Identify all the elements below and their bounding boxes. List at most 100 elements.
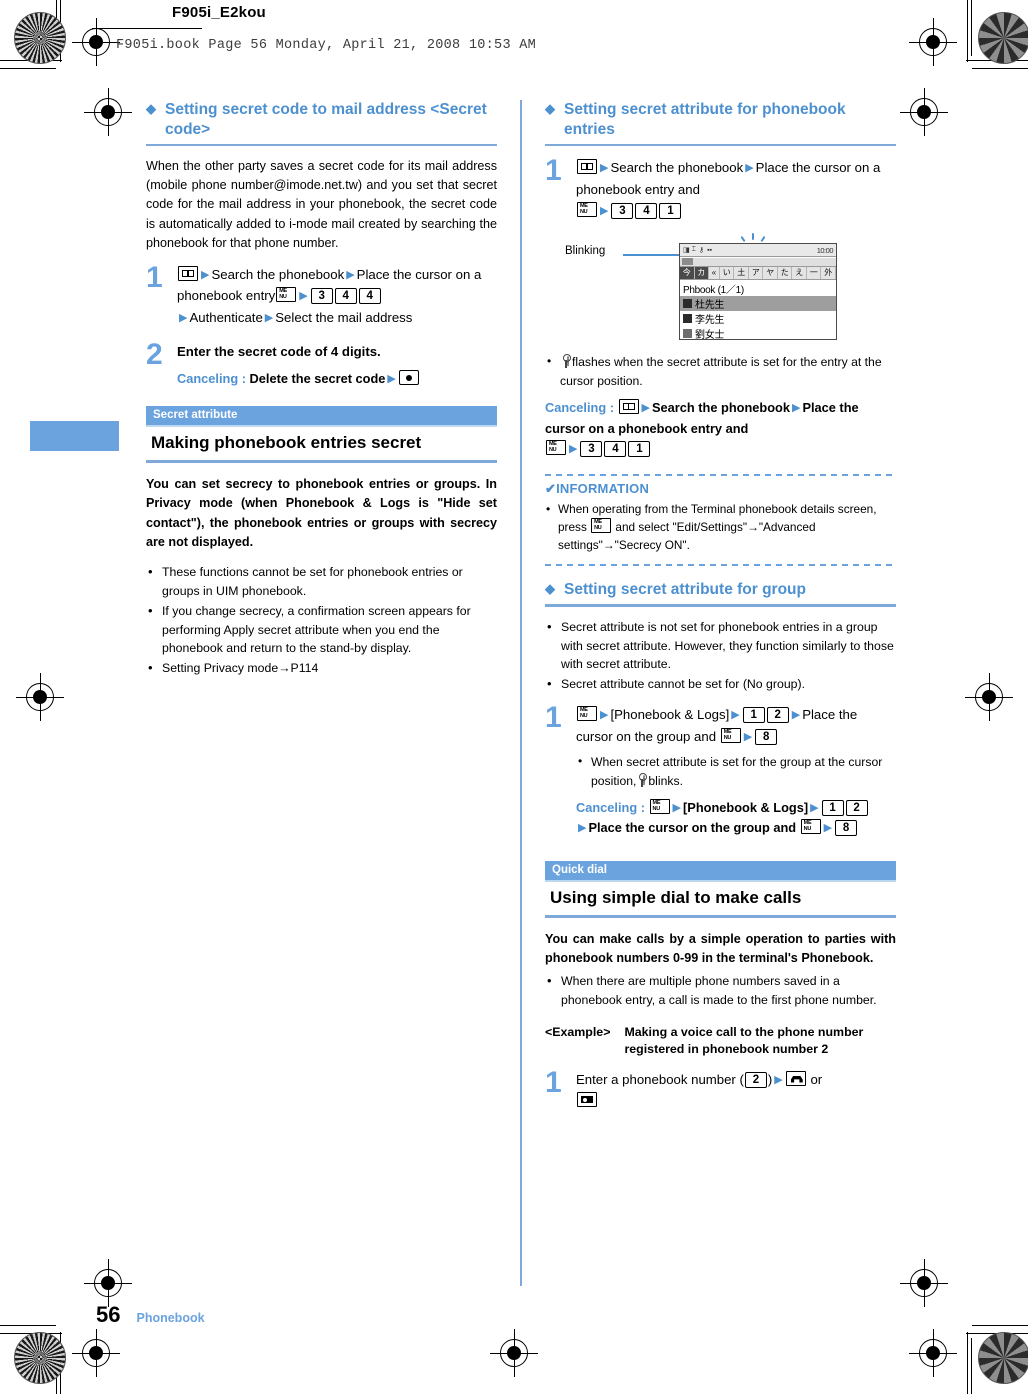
key-1: 1 [659,202,682,219]
entry-name: 杜先生 [695,300,725,312]
phone-tab: い [719,267,735,280]
canceling-line: Canceling : Delete the secret code ▶ [177,369,497,389]
registration-mark [72,18,120,66]
phone-secondary-bar [680,258,836,268]
chapter-name: Phonebook [136,1311,205,1325]
secret-key-glyph-icon [638,772,648,787]
phone-tab: 土 [734,267,749,280]
example-block: <Example> Making a voice call to the pho… [545,1024,896,1058]
key-2: 2 [744,1071,767,1088]
information-dashed-rule-bottom [545,564,896,567]
step-text-or: or [810,1071,823,1087]
step-number: 1 [545,154,562,188]
key-1: 1 [742,707,765,724]
key-2: 2 [845,799,868,816]
step-text-1: Search the phonebook [610,160,744,176]
heading-rule [545,143,896,147]
phone-index-tabs: 今 カ « い 土 ア ヤ た え 一 外 [680,267,836,281]
arrow-icon: ▶ [745,162,754,175]
key-1: 1 [628,441,651,458]
step-body: ▶[Phonebook & Logs]▶12▶Place the cursor … [576,704,896,839]
step-number: 1 [545,701,562,735]
menu-key-icon [649,798,670,814]
section-heading-text: Setting secret attribute for group [564,581,806,599]
key-2: 2 [766,707,789,724]
canceling-label: Canceling : [576,799,645,815]
signal-icon: ▯▮ [683,247,690,255]
note-text: flashes when the secret attribute is set… [560,355,882,389]
key-status-icon: ⚷ [698,247,705,255]
right-column: ◆ Setting secret attribute for phonebook… [545,100,896,1124]
list-item: If you change secrecy, a confirmation sc… [146,601,497,659]
phone-screenshot: ▯▮ ⌶ ⚷ ▪▪ 10:00 今 カ « い 土 ア ヤ た え 一 外 Ph… [679,243,837,341]
header-rule [92,28,202,29]
select-key-icon [398,370,419,386]
step-body: ▶ Search the phonebook ▶ Place the cursor o… [177,264,497,328]
arrow-icon: ▶ [743,730,753,743]
phone-tab: え [792,267,807,280]
section-heading-secret-code: ◆ Setting secret code to mail address <S… [146,100,497,144]
registration-mark [72,1329,120,1377]
section-lead-paragraph: You can make calls by a simple operation… [545,932,896,966]
group-step-note-list: When secret attribute is set for the gro… [576,752,896,791]
entry-name: 李先生 [695,315,725,327]
arrow-icon: ▶ [791,709,801,722]
section-bullet-list: These functions cannot be set for phoneb… [146,562,497,679]
phone-tab: た [777,267,793,280]
section-kicker: Secret attribute [146,405,497,425]
menu-key-icon [591,518,612,534]
canceling-block: Canceling : ▶[Phonebook & Logs]▶12▶Place… [576,798,896,839]
key-4b: 4 [358,288,381,305]
list-item: Secret attribute is not set for phoneboo… [545,617,896,675]
registration-mark [909,1329,957,1377]
step-body: ▶ Search the phonebook ▶ Place the cursor o… [576,157,896,221]
dots-icon: ▪▪ [707,246,713,254]
section-rule [545,915,896,919]
page-number: 56 [96,1302,121,1327]
section-title: Making phonebook entries secret [151,432,422,452]
information-list: When operating from the Terminal phonebo… [545,500,896,556]
section-intro-paragraph: When the other party saves a secret code… [146,159,497,250]
arrow-icon: ▶ [346,268,355,281]
list-item: flashes when the secret attribute is set… [545,352,896,391]
arrow-icon: ▶ [578,822,587,835]
menu-key-icon [720,727,741,743]
phonebook-key-icon [577,159,597,175]
section-banner-secret-attribute: Secret attribute Making phonebook entrie… [146,405,497,464]
star-target-mark [978,1332,1028,1384]
heading-rule [146,143,497,147]
left-column: ◆ Setting secret code to mail address <S… [146,100,497,688]
step-text-3: Authenticate [189,309,263,325]
phone-screen-figure: Blinking ▯▮ ⌶ ⚷ ▪▪ 10:00 今 カ « い 土 ア ヤ た… [545,233,896,347]
step-text-1: Search the phonebook [211,266,345,282]
step-1: 1 ▶[Phonebook & Logs]▶12▶Place the curso… [545,701,896,839]
example-tag: <Example> [545,1025,611,1040]
list-item: When secret attribute is set for the gro… [576,752,896,791]
canceling-block: Canceling : ▶ Search the phonebook ▶ Place … [545,398,896,459]
canceling-label: Canceling : [545,400,614,416]
diamond-bullet-icon: ◆ [545,101,555,116]
canceling-text: Delete the secret code [249,371,386,387]
arrow-icon: ▶ [600,162,609,175]
menu-key-icon [800,819,821,835]
diamond-bullet-icon: ◆ [146,101,156,116]
heading-rule [545,604,896,607]
voice-call-key-icon [785,1070,806,1086]
registration-mark [16,673,64,721]
list-item: When operating from the Terminal phonebo… [545,500,896,556]
registration-mark [965,673,1013,721]
key-1: 1 [821,799,844,816]
entry-type-icon [683,314,692,324]
phone-tab: « [709,267,720,280]
quick-dial-bullet-list: When there are multiple phone numbers sa… [545,971,896,1010]
key-4: 4 [604,441,627,458]
entry-type-icon [683,329,692,339]
key-8: 8 [755,728,778,745]
step-1: 1 ▶ Search the phonebook ▶ Place the cursor… [545,154,896,221]
canceling-text-1: Search the phonebook [652,400,790,416]
arrow-icon: ▶ [600,709,609,722]
entry-name: 劉女士 [695,330,725,341]
phone-list-row: 杜先生 [680,296,836,312]
arrow-icon: ▶ [569,443,578,456]
arrow-icon: ▶ [387,373,396,386]
